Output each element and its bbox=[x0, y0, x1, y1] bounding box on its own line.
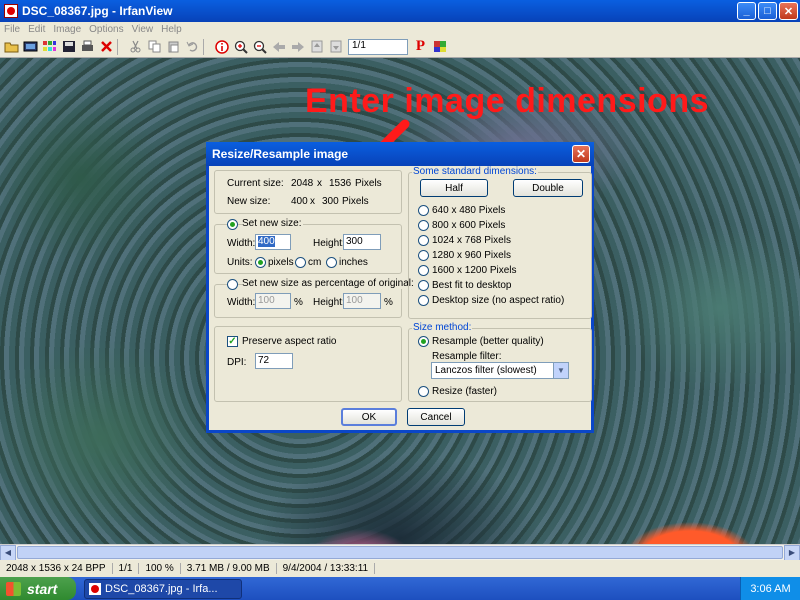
status-filesize: 3.71 MB / 9.00 MB bbox=[181, 563, 277, 574]
start-label: start bbox=[27, 580, 58, 597]
taskbar: start DSC_08367.jpg - Irfa... 3:06 AM bbox=[0, 577, 800, 600]
resample-filter-label: Resample filter: bbox=[432, 351, 502, 362]
new-size-x: x bbox=[310, 196, 315, 207]
chevron-down-icon[interactable]: ▼ bbox=[553, 363, 568, 378]
std-option-best-fit: Best fit to desktop bbox=[432, 280, 512, 291]
std-option-desktop: Desktop size (no aspect ratio) bbox=[432, 295, 565, 306]
std-option-800: 800 x 600 Pixels bbox=[432, 220, 506, 231]
ok-button[interactable]: OK bbox=[341, 408, 397, 426]
std-option-1280: 1280 x 960 Pixels bbox=[432, 250, 511, 261]
height-input[interactable]: 300 bbox=[343, 234, 381, 250]
unit-pixels-label: pixels bbox=[268, 257, 294, 268]
new-size-width: 400 bbox=[291, 196, 308, 207]
status-date: 9/4/2004 / 13:33:11 bbox=[277, 563, 376, 574]
scrollbar-thumb[interactable] bbox=[17, 546, 783, 559]
half-button[interactable]: Half bbox=[420, 179, 488, 197]
size-method-legend: Size method: bbox=[412, 322, 473, 333]
width-input-value: 400 bbox=[258, 236, 275, 247]
current-size-unit: Pixels bbox=[355, 178, 382, 189]
new-size-height: 300 bbox=[322, 196, 339, 207]
resize-radio[interactable] bbox=[418, 386, 429, 397]
preserve-aspect-checkbox[interactable]: ✓ bbox=[227, 336, 238, 347]
dialog-close-button[interactable]: ✕ bbox=[572, 145, 590, 163]
height-label: Height: bbox=[313, 238, 345, 249]
unit-inches-radio[interactable] bbox=[326, 257, 337, 268]
pct-height-sign: % bbox=[384, 297, 393, 308]
taskbar-irfanview-button[interactable]: DSC_08367.jpg - Irfa... bbox=[84, 578, 242, 599]
set-percent-label: Set new size as percentage of original: bbox=[242, 278, 416, 289]
current-size-label: Current size: bbox=[227, 178, 284, 189]
horizontal-scrollbar[interactable]: ◀ ▶ bbox=[0, 544, 800, 561]
scroll-right-icon[interactable]: ▶ bbox=[784, 544, 800, 561]
set-percent-radio[interactable] bbox=[227, 279, 238, 290]
size-info-group bbox=[214, 170, 402, 214]
std-option-1600: 1600 x 1200 Pixels bbox=[432, 265, 517, 276]
set-new-size-radio[interactable] bbox=[227, 219, 238, 230]
pct-height-input[interactable]: 100 bbox=[343, 293, 381, 309]
std-option-radio-1024[interactable] bbox=[418, 235, 429, 246]
resample-label: Resample (better quality) bbox=[432, 336, 544, 347]
pct-height-label: Height: bbox=[313, 297, 345, 308]
system-tray: 3:06 AM bbox=[740, 577, 800, 600]
resample-filter-value: Lanczos filter (slowest) bbox=[435, 365, 537, 376]
double-button[interactable]: Double bbox=[513, 179, 583, 197]
resize-label: Resize (faster) bbox=[432, 386, 498, 397]
std-option-radio-1600[interactable] bbox=[418, 265, 429, 276]
current-size-width: 2048 bbox=[291, 178, 314, 189]
dpi-input[interactable]: 72 bbox=[255, 353, 293, 369]
status-dimensions: 2048 x 1536 x 24 BPP bbox=[0, 563, 113, 574]
current-size-height: 1536 bbox=[329, 178, 352, 189]
width-input[interactable]: 400 bbox=[255, 234, 291, 250]
resample-radio[interactable] bbox=[418, 336, 429, 347]
standard-dimensions-legend: Some standard dimensions: bbox=[412, 166, 538, 177]
std-option-radio-800[interactable] bbox=[418, 220, 429, 231]
unit-pixels-radio[interactable] bbox=[255, 257, 266, 268]
clock[interactable]: 3:06 AM bbox=[750, 583, 790, 595]
pct-width-sign: % bbox=[294, 297, 303, 308]
current-size-x: x bbox=[317, 178, 322, 189]
taskbar-task-label: DSC_08367.jpg - Irfa... bbox=[105, 582, 218, 595]
unit-cm-label: cm bbox=[308, 257, 322, 268]
dialog-titlebar[interactable]: Resize/Resample image ✕ bbox=[206, 142, 594, 166]
status-zoom: 100 % bbox=[139, 563, 181, 574]
scroll-left-icon[interactable]: ◀ bbox=[0, 544, 16, 561]
new-size-label: New size: bbox=[227, 196, 271, 207]
std-option-640: 640 x 480 Pixels bbox=[432, 205, 506, 216]
resize-dialog: Resize/Resample image ✕ Current size: 20… bbox=[206, 142, 594, 433]
start-button[interactable]: start bbox=[0, 577, 76, 600]
new-size-unit: Pixels bbox=[342, 196, 369, 207]
width-label: Width: bbox=[227, 238, 256, 249]
windows-flag-icon bbox=[6, 581, 21, 596]
set-new-size-label: Set new size: bbox=[242, 218, 304, 229]
preserve-aspect-label: Preserve aspect ratio bbox=[242, 336, 337, 347]
std-option-radio-best-fit[interactable] bbox=[418, 280, 429, 291]
std-option-radio-1280[interactable] bbox=[418, 250, 429, 261]
cancel-button[interactable]: Cancel bbox=[407, 408, 465, 426]
std-option-1024: 1024 x 768 Pixels bbox=[432, 235, 511, 246]
status-bar: 2048 x 1536 x 24 BPP 1/1 100 % 3.71 MB /… bbox=[0, 560, 800, 577]
dpi-label: DPI: bbox=[227, 357, 247, 368]
irfanview-task-icon bbox=[89, 582, 101, 595]
std-option-radio-desktop[interactable] bbox=[418, 295, 429, 306]
pct-width-input[interactable]: 100 bbox=[255, 293, 291, 309]
std-option-radio-640[interactable] bbox=[418, 205, 429, 216]
resample-filter-select[interactable]: Lanczos filter (slowest) ▼ bbox=[431, 362, 569, 379]
unit-inches-label: inches bbox=[339, 257, 368, 268]
pct-width-label: Width: bbox=[227, 297, 256, 308]
dialog-title: Resize/Resample image bbox=[212, 147, 349, 161]
unit-cm-radio[interactable] bbox=[295, 257, 306, 268]
units-label: Units: bbox=[227, 257, 253, 268]
status-page: 1/1 bbox=[113, 563, 140, 574]
